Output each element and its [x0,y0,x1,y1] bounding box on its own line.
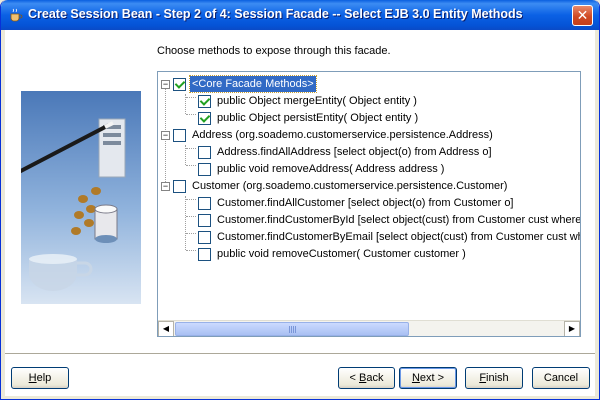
tree-node-find-all-customer[interactable]: Customer.findAllCustomer [select object(… [198,195,516,211]
tree-node-label[interactable]: public Object persistEntity( Object enti… [215,110,420,126]
checkbox-find-customer-by-id[interactable] [198,213,211,227]
tree-node-label[interactable]: Customer.findCustomerById [select object… [215,212,580,228]
window-title: Create Session Bean - Step 2 of 4: Sessi… [28,7,523,21]
scroll-right-button[interactable]: ▶ [564,321,580,336]
arrow-left-icon: ◀ [162,324,170,333]
tree-node-label[interactable]: public void removeAddress( Address addre… [215,161,446,177]
tree-node-core-facade[interactable]: − <Core Facade Methods> [161,75,317,93]
tree-node-persist-entity[interactable]: public Object persistEntity( Object enti… [198,110,420,126]
checkbox-merge-entity[interactable] [198,94,211,108]
tree-node-label[interactable]: Customer (org.soademo.customerservice.pe… [190,178,509,194]
tree-line [186,165,196,166]
help-mnemonic: H [28,372,37,384]
next-mnemonic: N [411,372,420,384]
collapse-icon[interactable]: − [161,181,170,191]
tree-node-remove-customer[interactable]: public void removeCustomer( Customer cus… [198,246,468,262]
finish-button[interactable]: Finish [465,367,523,389]
tree-node-label[interactable]: public Object mergeEntity( Object entity… [215,93,419,109]
tree-node-label[interactable]: Customer.findCustomerByEmail [select obj… [215,229,580,245]
tree-node-merge-entity[interactable]: public Object mergeEntity( Object entity… [198,93,419,109]
tree-node-label[interactable]: Customer.findAllCustomer [select object(… [215,195,516,211]
back-button[interactable]: < Back [338,367,395,389]
collapse-icon[interactable]: − [161,79,170,89]
methods-tree[interactable]: − <Core Facade Methods> public Object me… [157,71,581,337]
checkbox-find-all-address[interactable] [198,145,211,159]
checkbox-address[interactable] [173,128,186,142]
tree-line [186,148,196,149]
close-icon: ✕ [576,7,589,23]
tree-line [186,250,196,251]
back-label-prefix: < [349,372,359,384]
scroll-left-button[interactable]: ◀ [158,321,174,336]
checkbox-persist-entity[interactable] [198,111,211,125]
next-button[interactable]: Next > [399,367,457,389]
tree-line [186,199,196,200]
checkbox-customer[interactable] [173,179,186,193]
checkbox-find-customer-by-email[interactable] [198,230,211,244]
tree-node-find-all-address[interactable]: Address.findAllAddress [select object(o)… [198,144,494,160]
title-bar[interactable]: Create Session Bean - Step 2 of 4: Sessi… [1,0,599,30]
tree-line [186,233,196,234]
coffee-cup-icon [10,8,23,22]
tree-node-find-customer-by-id[interactable]: Customer.findCustomerById [select object… [198,212,580,228]
wizard-illustration-icon [21,91,141,304]
scrollbar-thumb[interactable] [175,322,409,336]
finish-label-rest: inish [486,372,509,384]
checkbox-remove-customer[interactable] [198,247,211,261]
tree-node-label[interactable]: <Core Facade Methods> [189,75,317,93]
tree-node-customer[interactable]: − Customer (org.soademo.customerservice.… [161,178,509,194]
button-separator [5,353,595,355]
close-button[interactable]: ✕ [572,5,593,26]
help-label-rest: elp [36,372,52,384]
tree-node-label[interactable]: Address.findAllAddress [select object(o)… [215,144,494,160]
cancel-button[interactable]: Cancel [532,367,590,389]
checkbox-remove-address[interactable] [198,162,211,176]
grip-icon [289,326,297,333]
arrow-right-icon: ▶ [568,324,576,333]
tree-node-address[interactable]: − Address (org.soademo.customerservice.p… [161,127,495,143]
tree-node-remove-address[interactable]: public void removeAddress( Address addre… [198,161,446,177]
tree-node-label[interactable]: Address (org.soademo.customerservice.per… [190,127,495,143]
tree-node-label[interactable]: public void removeCustomer( Customer cus… [215,246,468,262]
next-label-rest: ext > [419,372,445,384]
help-button[interactable]: Help [11,367,69,389]
tree-view[interactable]: − <Core Facade Methods> public Object me… [158,72,580,320]
tree-line [186,114,196,115]
tree-node-find-customer-by-email[interactable]: Customer.findCustomerByEmail [select obj… [198,229,580,245]
instruction-text: Choose methods to expose through this fa… [157,45,391,57]
collapse-icon[interactable]: − [161,130,170,140]
wizard-window: Create Session Bean - Step 2 of 4: Sessi… [0,0,600,400]
checkbox-find-all-customer[interactable] [198,196,211,210]
tree-line [186,97,196,98]
checkbox-core-facade[interactable] [173,77,186,91]
back-label-rest: ack [366,372,384,384]
horizontal-scrollbar[interactable]: ◀ ▶ [158,320,580,336]
tree-line [186,216,196,217]
tree-line [185,196,186,250]
